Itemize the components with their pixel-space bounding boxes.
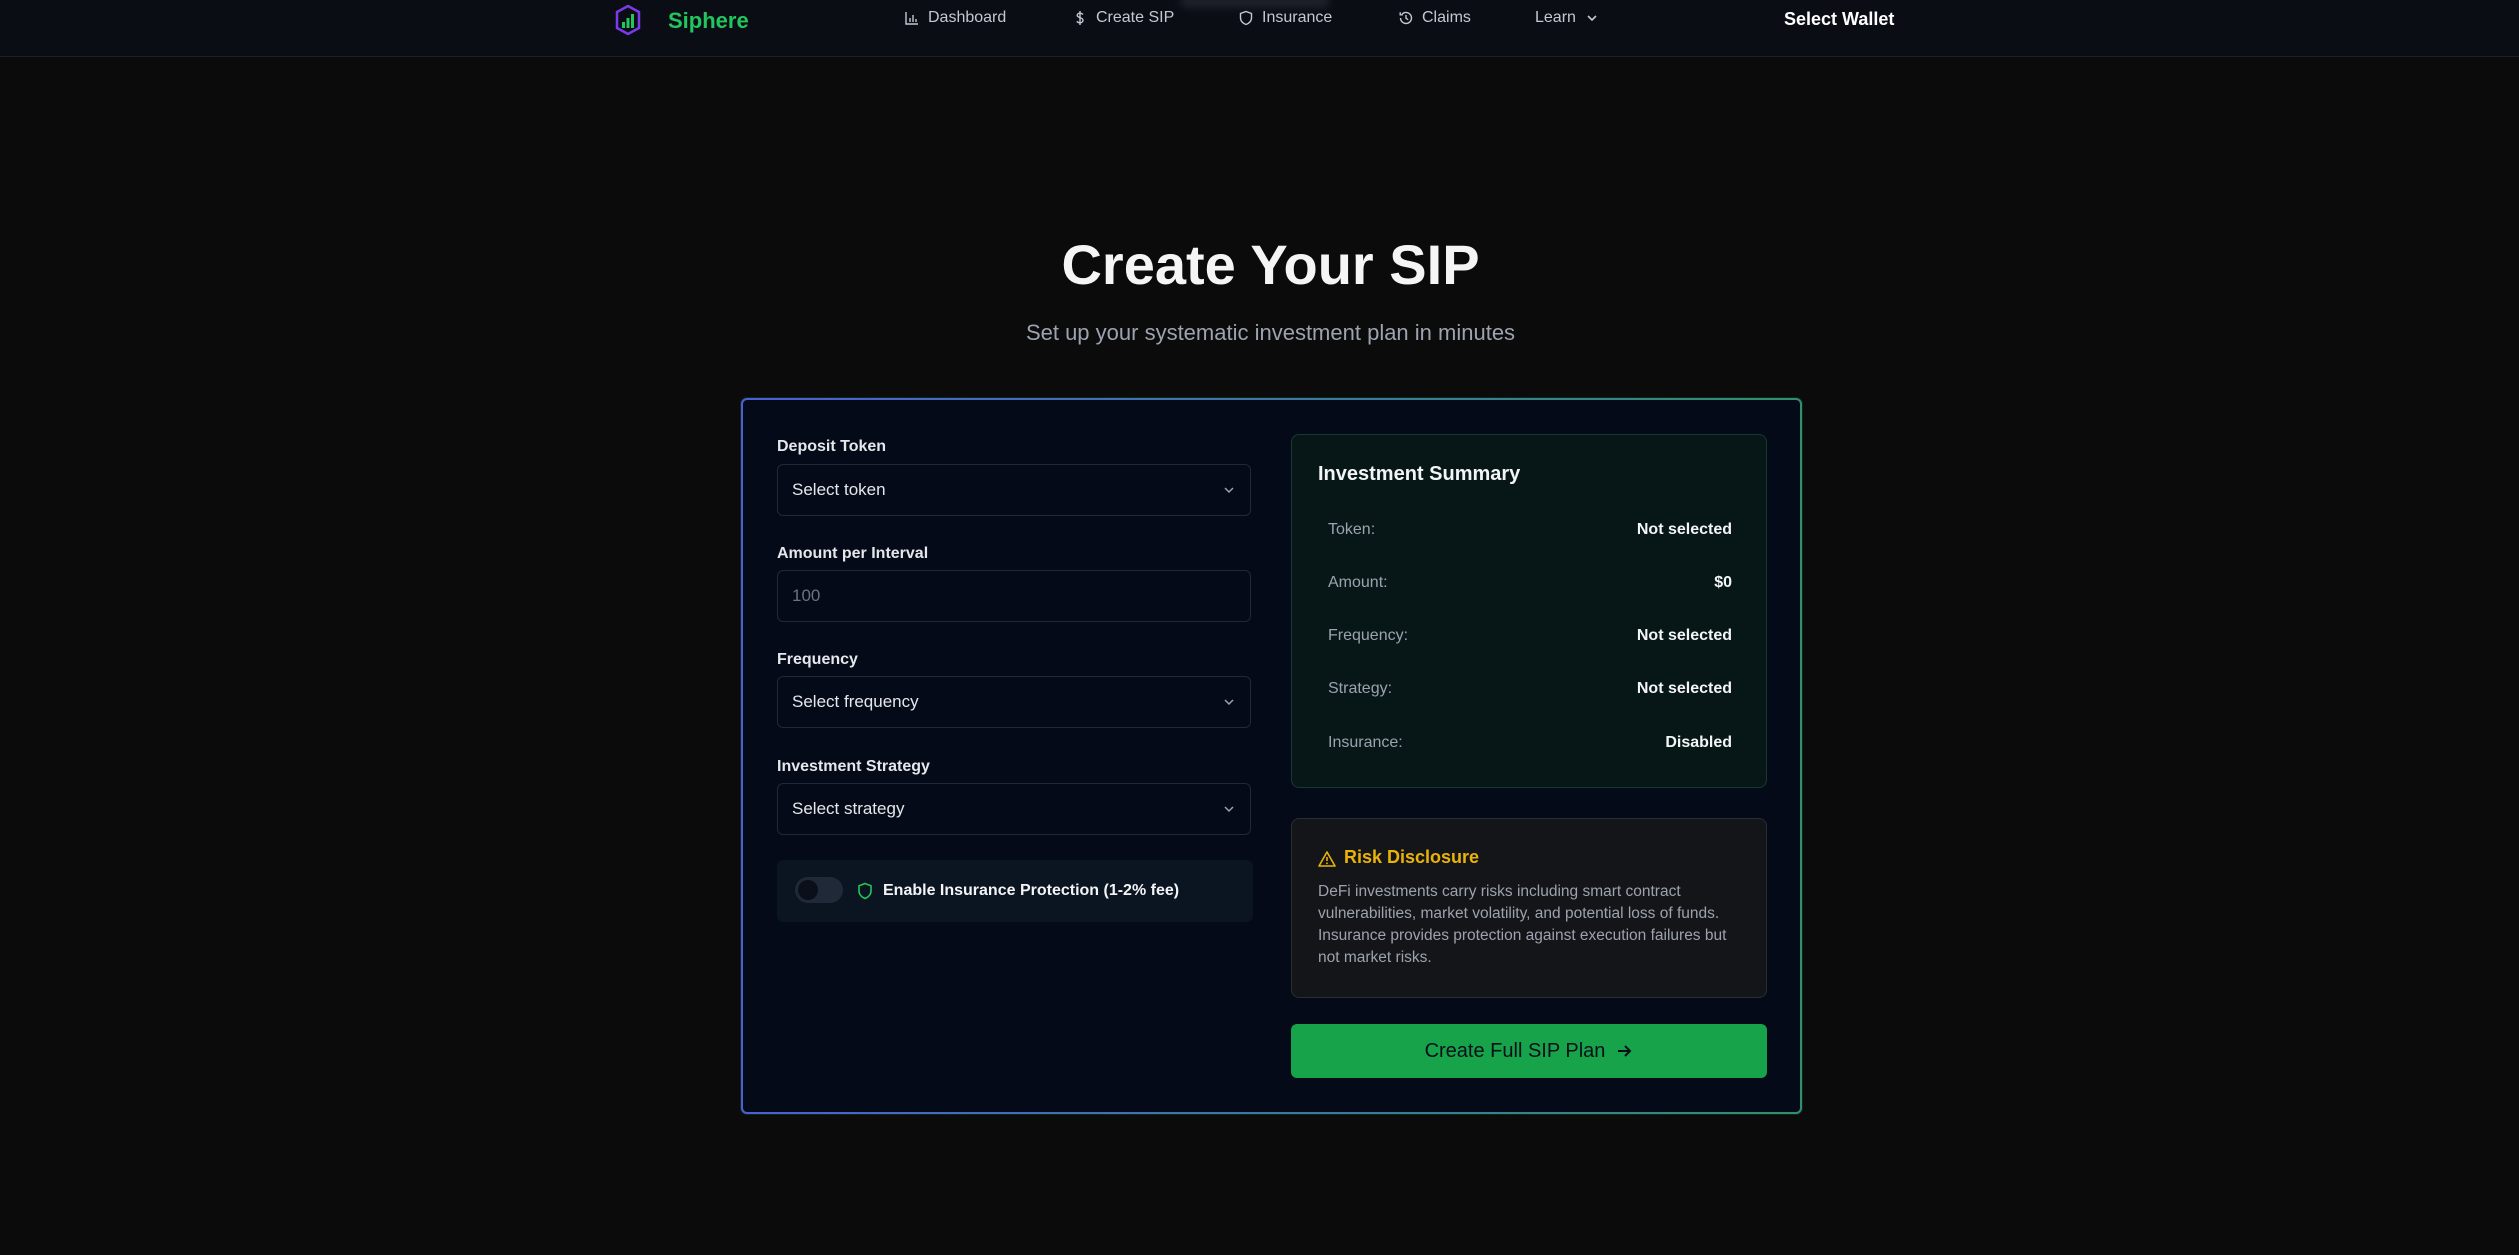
summary-row-amount: Amount: $0: [1328, 574, 1732, 592]
risk-text: DeFi investments carry risks including s…: [1318, 883, 1727, 966]
strategy-label: Investment Strategy: [777, 758, 930, 775]
bar-chart-icon: [905, 12, 918, 25]
strategy-select[interactable]: Select strategy: [777, 783, 1251, 835]
nav-create-sip[interactable]: Create SIP: [1072, 9, 1174, 27]
deposit-token-select[interactable]: Select token: [777, 464, 1251, 516]
nav-claims-label: Claims: [1422, 9, 1471, 26]
amount-input[interactable]: [777, 570, 1251, 622]
brand-name[interactable]: Siphere: [668, 8, 749, 34]
deposit-token-label: Deposit Token: [777, 438, 887, 455]
chevron-down-icon: [1224, 699, 1234, 706]
top-navbar: Siphere Dashboard Create SIP Insurance C…: [0, 0, 2519, 57]
summary-row-strategy: Strategy: Not selected: [1328, 680, 1732, 698]
frequency-label: Frequency: [777, 651, 858, 668]
nav-create-sip-label: Create SIP: [1096, 9, 1175, 26]
risk-disclosure-panel: Risk Disclosure DeFi investments carry r…: [1291, 818, 1767, 998]
siphere-logo-icon[interactable]: [612, 4, 644, 36]
create-sip-plan-label: Create Full SIP Plan: [1424, 1039, 1606, 1062]
summary-key: Token:: [1328, 521, 1376, 538]
create-sip-plan-button[interactable]: Create Full SIP Plan: [1291, 1024, 1767, 1078]
investment-summary-panel: Investment Summary Token: Not selected A…: [1291, 434, 1767, 788]
nav-insurance[interactable]: Insurance: [1238, 9, 1332, 27]
summary-key: Strategy:: [1328, 680, 1393, 697]
chevron-down-icon: [1224, 806, 1234, 813]
nav-dashboard[interactable]: Dashboard: [904, 9, 1006, 27]
arrow-right-icon: [1618, 1045, 1632, 1057]
deposit-token-value: Select token: [792, 480, 886, 499]
summary-value: Disabled: [1665, 734, 1732, 751]
chevron-down-icon: [1224, 487, 1234, 494]
insurance-toggle[interactable]: [795, 877, 843, 903]
summary-key: Amount:: [1328, 574, 1388, 591]
nav-dashboard-label: Dashboard: [928, 9, 1007, 26]
dollar-icon: [1076, 11, 1084, 25]
toggle-knob: [798, 880, 818, 900]
summary-key: Insurance:: [1328, 734, 1403, 751]
create-sip-card: Deposit Token Select token Amount per In…: [741, 398, 1802, 1114]
page-title: Create Your SIP: [1061, 233, 1480, 296]
chevron-down-icon: [1587, 15, 1597, 22]
risk-title: Risk Disclosure: [1344, 847, 1480, 867]
nav-learn[interactable]: Learn: [1535, 9, 1600, 27]
summary-value: $0: [1714, 574, 1732, 591]
summary-value: Not selected: [1636, 627, 1732, 644]
select-wallet-button[interactable]: Select Wallet: [1784, 9, 1894, 30]
blurred-tooltip: [1180, 0, 1330, 8]
nav-insurance-label: Insurance: [1262, 9, 1333, 26]
amount-label: Amount per Interval: [777, 545, 929, 562]
summary-value: Not selected: [1636, 680, 1732, 697]
insurance-toggle-label: Enable Insurance Protection (1-2% fee): [883, 882, 1180, 899]
history-icon: [1399, 11, 1413, 25]
insurance-option: Enable Insurance Protection (1-2% fee): [777, 860, 1253, 922]
summary-row-frequency: Frequency: Not selected: [1328, 627, 1732, 645]
summary-row-insurance: Insurance: Disabled: [1328, 734, 1732, 752]
strategy-value: Select strategy: [792, 799, 905, 818]
summary-value: Not selected: [1636, 521, 1732, 538]
warning-icon: [1318, 851, 1336, 867]
frequency-select[interactable]: Select frequency: [777, 676, 1251, 728]
nav-learn-label: Learn: [1535, 9, 1576, 26]
shield-icon: [1239, 10, 1253, 26]
summary-row-token: Token: Not selected: [1328, 521, 1732, 539]
shield-icon: [858, 882, 872, 900]
nav-claims[interactable]: Claims: [1398, 9, 1471, 27]
frequency-value: Select frequency: [792, 692, 919, 711]
page-subtitle: Set up your systematic investment plan i…: [1025, 320, 1516, 345]
summary-key: Frequency:: [1328, 627, 1409, 644]
summary-title: Investment Summary: [1318, 463, 1521, 485]
